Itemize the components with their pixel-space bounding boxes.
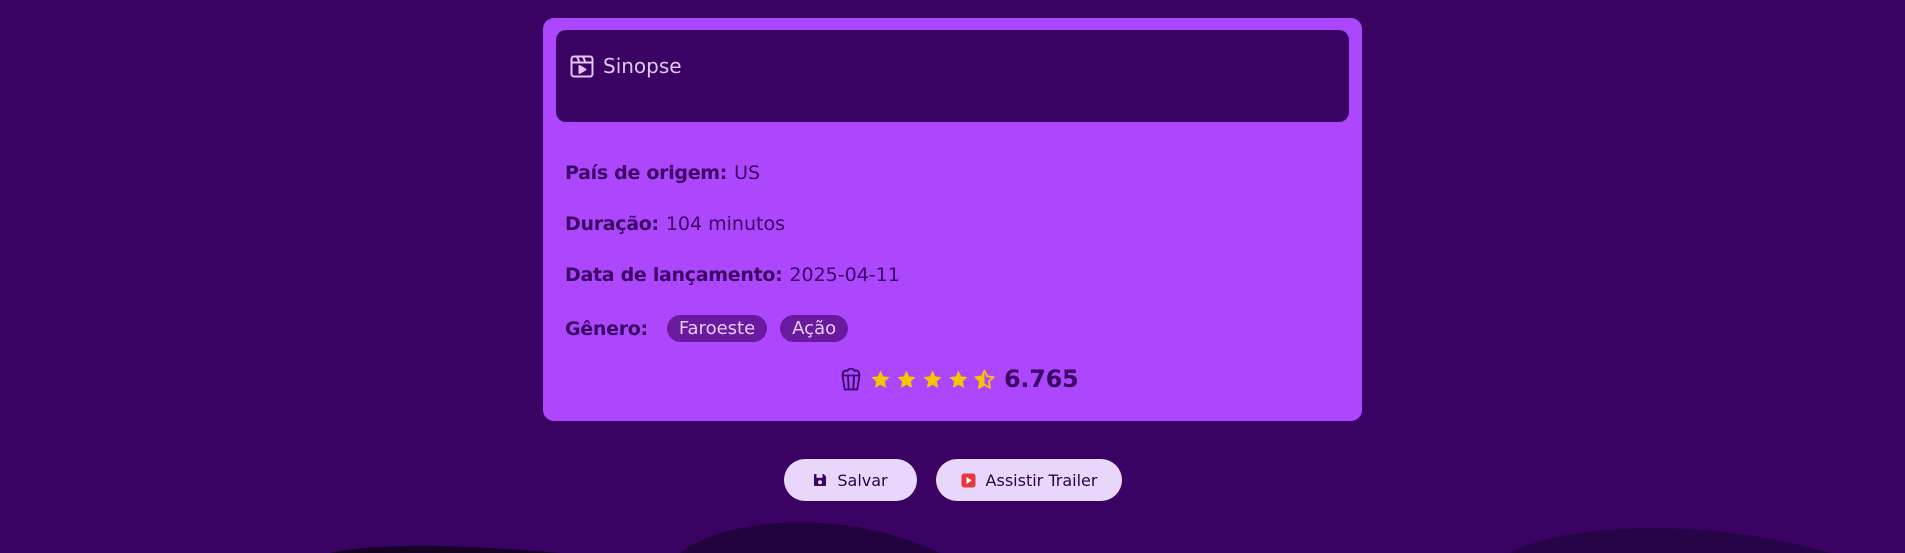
synopsis-section: Sinopse xyxy=(556,30,1349,122)
star-full-icon xyxy=(870,369,891,390)
country-label: País de origem: xyxy=(565,162,728,184)
rating: 6.765 xyxy=(840,365,1079,393)
star-full-icon xyxy=(948,369,969,390)
save-label: Salvar xyxy=(837,470,888,490)
popcorn-icon xyxy=(840,367,862,391)
country-value: US xyxy=(734,162,761,184)
play-icon xyxy=(961,473,976,488)
release-date-label: Data de lançamento: xyxy=(565,264,783,286)
genre-row: Gênero: Faroeste Ação xyxy=(565,315,849,342)
watch-trailer-label: Assistir Trailer xyxy=(985,470,1098,490)
star-full-icon xyxy=(922,369,943,390)
genre-tag[interactable]: Faroeste xyxy=(666,315,768,342)
floppy-disk-icon xyxy=(813,473,827,487)
synopsis-header: Sinopse xyxy=(570,54,682,78)
movie-details-card: Sinopse País de origem: US Duração: 104 … xyxy=(543,18,1362,421)
duration-label: Duração: xyxy=(565,213,659,235)
watch-trailer-button[interactable]: Assistir Trailer xyxy=(936,459,1122,501)
star-half-icon xyxy=(974,369,995,390)
duration-value: 104 minutos xyxy=(665,213,785,235)
release-date-row: Data de lançamento: 2025-04-11 xyxy=(565,264,900,286)
genre-tag[interactable]: Ação xyxy=(780,315,849,342)
genre-label: Gênero: xyxy=(565,317,648,340)
synopsis-title: Sinopse xyxy=(603,54,682,78)
release-date-value: 2025-04-11 xyxy=(789,264,900,286)
star-full-icon xyxy=(896,369,917,390)
duration-row: Duração: 104 minutos xyxy=(565,213,785,235)
rating-score: 6.765 xyxy=(1004,365,1079,393)
clapperboard-icon xyxy=(570,55,594,78)
country-row: País de origem: US xyxy=(565,162,760,184)
save-button[interactable]: Salvar xyxy=(784,459,917,501)
